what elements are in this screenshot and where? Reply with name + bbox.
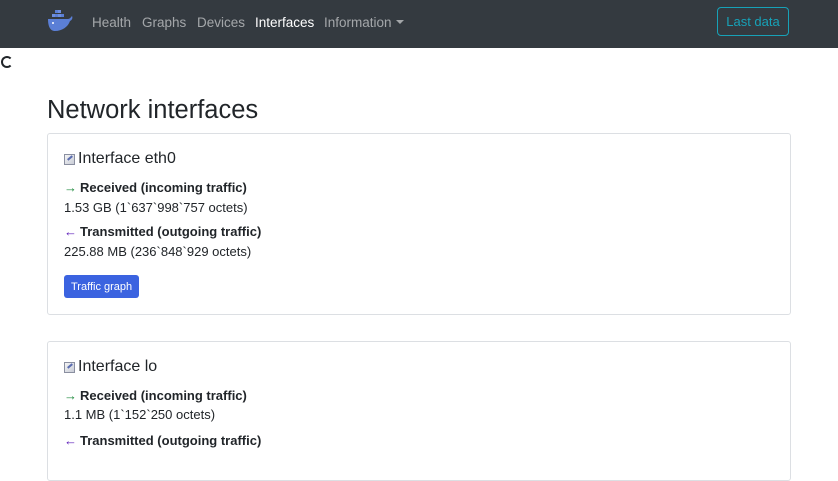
interface-title: Interface lo	[64, 358, 157, 376]
loading-spinner-icon	[1, 56, 13, 68]
interface-title-text: Interface eth0	[78, 150, 176, 167]
right-arrow-icon: →	[64, 180, 77, 195]
interface-title: Interface eth0	[64, 150, 176, 168]
nav-health[interactable]: Health	[92, 15, 131, 30]
nav-graphs[interactable]: Graphs	[142, 15, 186, 30]
transmitted-label: ← Transmitted (outgoing traffic)	[64, 433, 261, 448]
received-label-text: Received (incoming traffic)	[80, 388, 247, 403]
left-arrow-icon: ←	[64, 224, 77, 239]
right-arrow-icon: →	[64, 388, 77, 403]
nav-information-dropdown[interactable]: Information	[324, 15, 404, 30]
docker-whale-icon[interactable]	[46, 7, 74, 33]
interface-card-lo: Interface lo → Received (incoming traffi…	[47, 341, 791, 481]
transmitted-label: ← Transmitted (outgoing traffic)	[64, 224, 261, 239]
network-interface-icon	[64, 153, 75, 165]
received-value: 1.53 GB (1`637`998`757 octets)	[64, 200, 248, 215]
transmitted-label-text: Transmitted (outgoing traffic)	[80, 224, 262, 239]
caret-down-icon	[395, 20, 404, 24]
transmitted-label-text: Transmitted (outgoing traffic)	[80, 433, 262, 448]
traffic-graph-button[interactable]: Traffic graph	[64, 275, 140, 298]
received-label: → Received (incoming traffic)	[64, 388, 247, 403]
nav-devices[interactable]: Devices	[197, 15, 245, 30]
interface-card-eth0: Interface eth0 → Received (incoming traf…	[47, 133, 791, 315]
transmitted-value: 225.88 MB (236`848`929 octets)	[64, 244, 252, 259]
interface-title-text: Interface lo	[78, 358, 158, 375]
received-label: → Received (incoming traffic)	[64, 180, 247, 195]
page-title: Network interfaces	[47, 96, 259, 124]
received-value: 1.1 MB (1`152`250 octets)	[64, 407, 216, 422]
nav-interfaces[interactable]: Interfaces	[255, 15, 314, 30]
nav-information-label: Information	[324, 15, 392, 30]
top-navbar: Health Graphs Devices Interfaces Informa…	[0, 0, 838, 48]
network-interface-icon	[64, 361, 75, 373]
last-data-button[interactable]: Last data	[717, 7, 789, 36]
left-arrow-icon: ←	[64, 433, 77, 448]
received-label-text: Received (incoming traffic)	[80, 180, 247, 195]
